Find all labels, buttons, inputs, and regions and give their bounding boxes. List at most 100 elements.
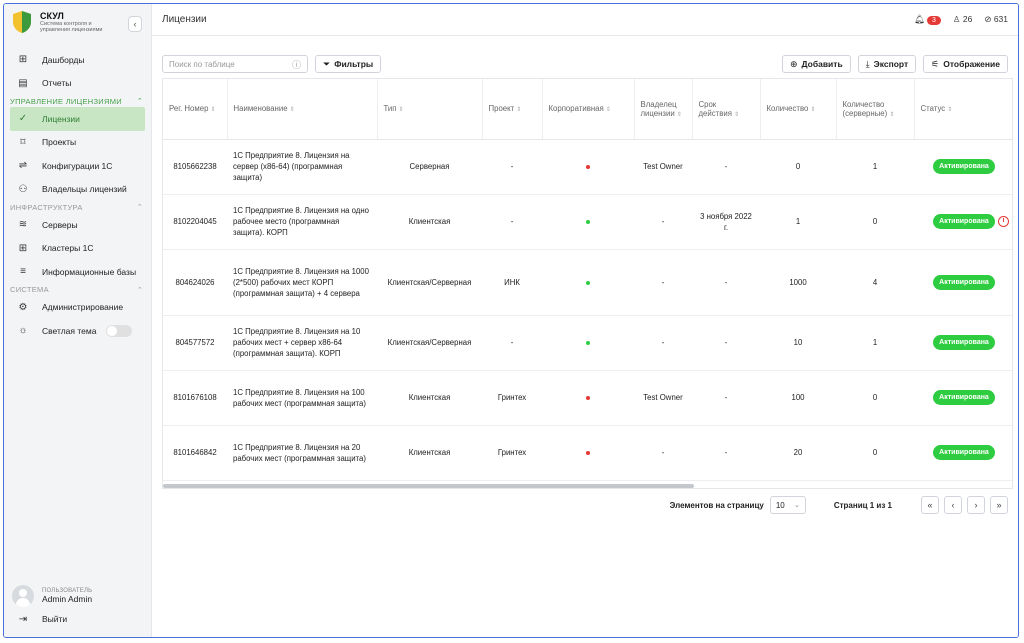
- cell-project: -: [482, 315, 542, 371]
- user-icon: ♙: [952, 14, 961, 24]
- cell-type: Клиентская/Серверная: [377, 249, 482, 316]
- section-infrastructure[interactable]: Инфраструктура ⌃: [4, 201, 151, 213]
- users-counter[interactable]: ♙ 26: [953, 14, 972, 25]
- column-header[interactable]: Количество (серверные) ⇕: [836, 79, 915, 140]
- cell-quantity: 20: [760, 425, 836, 481]
- double-chevron-right-icon: »: [996, 500, 1002, 510]
- horizontal-scrollbar[interactable]: [163, 484, 694, 488]
- column-header[interactable]: Проект ⇕: [482, 79, 543, 140]
- checks-counter[interactable]: ⊘ 631: [984, 14, 1008, 25]
- column-header[interactable]: Количество ⇕: [760, 79, 837, 140]
- list-icon: ≡: [20, 266, 26, 278]
- sort-icon[interactable]: ⇕: [210, 107, 215, 113]
- clock-warning-icon[interactable]: [997, 215, 1009, 227]
- table-row[interactable]: 8101646842 1С Предприятие 8. Лицензия на …: [163, 425, 1012, 481]
- sort-icon[interactable]: ⇕: [734, 112, 739, 118]
- chevron-left-icon: ‹: [951, 500, 955, 510]
- sort-icon[interactable]: ⇕: [889, 112, 894, 118]
- first-page-button[interactable]: «: [921, 496, 939, 514]
- sort-icon[interactable]: ⇕: [947, 107, 952, 113]
- logout-button[interactable]: ⇥ Выйти: [4, 608, 151, 632]
- cell-corporate: [542, 315, 634, 371]
- cell-name: 1С Предприятие 8. Лицензия на 100 рабочи…: [227, 370, 377, 426]
- column-header-label: Статус: [920, 104, 946, 114]
- cluster-icon: ⊞: [18, 242, 28, 254]
- app-window: СКУЛ Система контроля и управления лицен…: [3, 3, 1019, 638]
- corporate-indicator-dot: [586, 341, 590, 345]
- sidebar-item-configs[interactable]: ⇌ Конфигурации 1С: [4, 154, 151, 178]
- cell-quantity: 1: [760, 194, 836, 250]
- sidebar-item-admin[interactable]: ⚙ Администрирование: [4, 296, 151, 320]
- top-bar: Лицензии 🔔︎ 3 ♙ 26 ⊘ 631: [152, 4, 1018, 36]
- pagination: Элементов на страницу 10 ⌄ Страниц 1 из 1…: [670, 496, 1008, 514]
- column-header[interactable]: Владелец лицензии ⇕: [634, 79, 693, 140]
- column-header[interactable]: Срок действия ⇕: [692, 79, 761, 140]
- chevron-up-icon: ⌃: [136, 204, 143, 211]
- cell-quantity: 0: [760, 139, 836, 195]
- column-header[interactable]: Корпоративная ⇕: [542, 79, 635, 140]
- export-button[interactable]: ⤓ Экспорт: [857, 55, 917, 73]
- table-row[interactable]: 8101676108 1С Предприятие 8. Лицензия на …: [163, 370, 1012, 426]
- table-header: Рег. Номер ⇕ Наименование ⇕ Тип ⇕ Проект ⇕ Корпо…: [163, 79, 1012, 140]
- sort-icon[interactable]: ⇕: [516, 107, 521, 113]
- add-label: Добавить: [801, 59, 843, 69]
- column-header[interactable]: Статус ⇕: [914, 79, 1012, 140]
- cell-project: ИНК: [482, 249, 542, 316]
- status-badge: Активирована: [933, 390, 995, 405]
- cell-term: 3 ноября 2022 г.: [692, 194, 760, 250]
- sidebar-item-servers[interactable]: ≋ Серверы: [4, 213, 151, 237]
- download-icon: ⤓: [865, 58, 870, 69]
- sort-icon[interactable]: ⇕: [290, 107, 295, 113]
- table-row[interactable]: 8102204045 1С Предприятие 8. Лицензия на …: [163, 194, 1012, 250]
- sidebar-item-infobases[interactable]: ≡ Информационные базы: [4, 260, 151, 284]
- sidebar-item-reports[interactable]: ▤ Отчеты: [4, 72, 151, 96]
- column-header[interactable]: Рег. Номер ⇕: [163, 79, 228, 140]
- cell-project: -: [482, 139, 542, 195]
- sort-icon[interactable]: ⇕: [677, 112, 682, 118]
- sidebar-item-label: Владельцы лицензий: [42, 184, 127, 195]
- cell-status: Активирована: [914, 425, 1012, 481]
- table-row[interactable]: 8105662238 1С Предприятие 8. Лицензия на …: [163, 139, 1012, 195]
- column-header[interactable]: Наименование ⇕: [227, 79, 378, 140]
- corporate-indicator-dot: [586, 280, 590, 285]
- filters-button[interactable]: ⏷ Фильтры: [315, 55, 382, 73]
- users-count: 26: [962, 14, 973, 24]
- search-input[interactable]: Поиск по таблице ⓘ: [162, 55, 308, 73]
- notifications-button[interactable]: 🔔︎ 3: [914, 14, 941, 25]
- last-page-button[interactable]: »: [990, 496, 1008, 514]
- cell-corporate: [542, 249, 634, 316]
- cell-project: -: [482, 194, 542, 250]
- filter-icon: ⏷: [323, 58, 331, 69]
- sidebar-item-projects[interactable]: ⌑ Проекты: [4, 131, 151, 155]
- section-system[interactable]: Система ⌃: [4, 284, 151, 296]
- sidebar-item-clusters[interactable]: ⊞ Кластеры 1С: [4, 237, 151, 261]
- table-row[interactable]: 804624026 1С Предприятие 8. Лицензия на 1…: [163, 249, 1012, 316]
- column-header[interactable]: Тип ⇕: [377, 79, 483, 140]
- sidebar-item-licenses[interactable]: ✓ Лицензии: [10, 107, 145, 131]
- add-button[interactable]: ⊕ Добавить: [781, 55, 851, 73]
- next-page-button[interactable]: ›: [967, 496, 985, 514]
- sort-icon[interactable]: ⇕: [810, 107, 815, 113]
- cell-owner: -: [634, 315, 692, 371]
- cell-status: Активирована: [914, 315, 1012, 371]
- shield-logo-icon: [13, 11, 31, 33]
- prev-page-button[interactable]: ‹: [944, 496, 962, 514]
- sidebar-item-owners[interactable]: ⚇ Владельцы лицензий: [4, 178, 151, 202]
- sidebar-item-dashboards[interactable]: ⊞ Дашборды: [4, 48, 151, 72]
- sidebar-item-label: Администрирование: [42, 302, 124, 313]
- sort-icon[interactable]: ⇕: [399, 107, 404, 113]
- theme-toggle[interactable]: [106, 324, 133, 337]
- cell-reg-number: 8102204045: [163, 194, 227, 250]
- per-page-label: Элементов на страницу: [669, 500, 764, 510]
- per-page-select[interactable]: 10 ⌄: [769, 496, 806, 514]
- sidebar-item-label: Дашборды: [42, 54, 85, 65]
- cell-type: Клиентская: [377, 370, 482, 426]
- collapse-sidebar-button[interactable]: ‹: [128, 16, 142, 32]
- table-row[interactable]: 804577572 1С Предприятие 8. Лицензия на 1…: [163, 315, 1012, 371]
- section-licenses[interactable]: Управление лицензиями ⌃: [4, 95, 151, 107]
- sort-icon[interactable]: ⇕: [606, 107, 611, 113]
- display-button[interactable]: ⚟ Отображение: [923, 55, 1008, 73]
- double-chevron-left-icon: «: [927, 500, 933, 510]
- cell-reg-number: 8105662238: [163, 139, 227, 195]
- status-badge: Активирована: [933, 214, 995, 229]
